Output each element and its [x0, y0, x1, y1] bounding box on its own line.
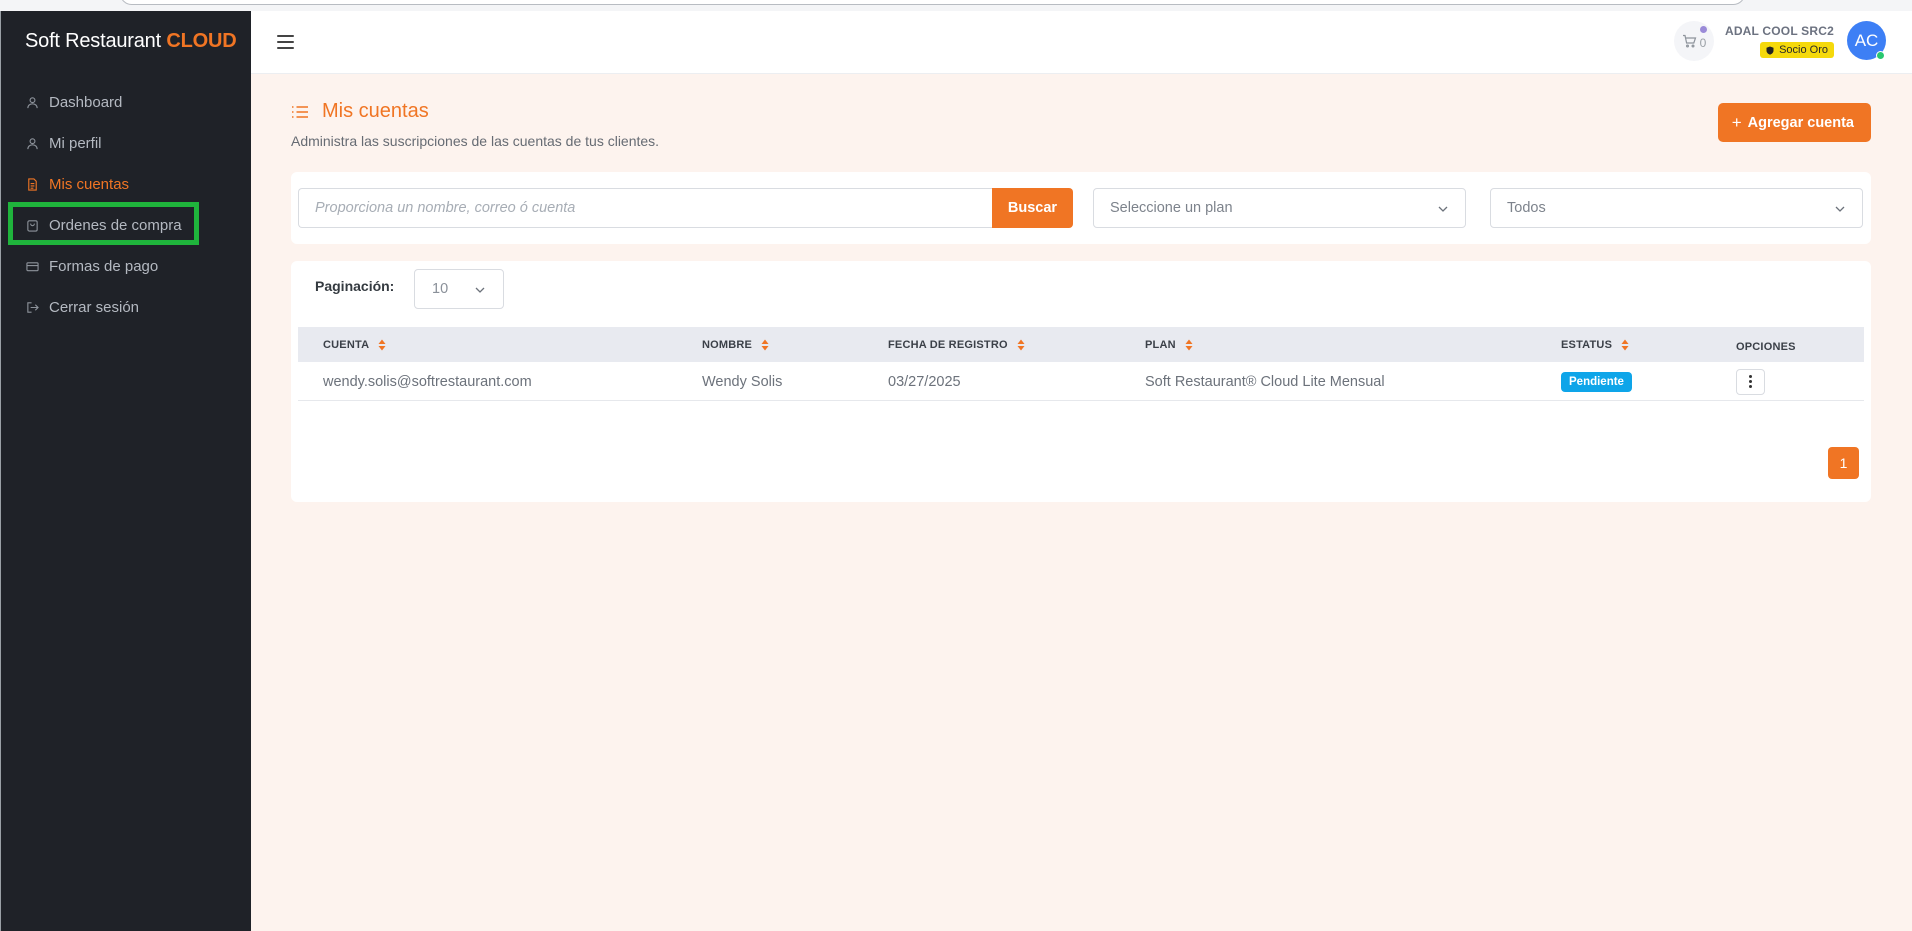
notification-dot — [1700, 26, 1707, 33]
column-header-opciones: OPCIONES — [1736, 329, 1796, 364]
search-button[interactable]: Buscar — [992, 188, 1073, 228]
status-select-value: Todos — [1507, 200, 1546, 216]
sidebar-item-cerrar-sesion[interactable]: Cerrar sesión — [1, 287, 252, 328]
sort-icon — [378, 339, 386, 350]
cell-plan: Soft Restaurant® Cloud Lite Mensual — [1145, 373, 1385, 390]
brand-logo[interactable]: Soft Restaurant CLOUD — [25, 30, 237, 53]
address-bar[interactable] — [120, 0, 1745, 5]
column-header-label: PLAN — [1145, 338, 1176, 351]
cell-nombre: Wendy Solis — [702, 373, 783, 390]
top-header: 0 ADAL COOL SRC2 Socio Oro AC — [251, 11, 1912, 74]
page-title: Mis cuentas — [322, 100, 429, 122]
brand-name: Soft Restaurant — [25, 30, 161, 52]
chevron-down-icon — [475, 287, 485, 293]
column-header-label: CUENTA — [323, 338, 370, 351]
sidebar-item-label: Mi perfil — [49, 135, 102, 152]
filter-card: Buscar Seleccione un plan Todos — [291, 172, 1871, 244]
cell-opciones — [1736, 362, 1765, 401]
list-icon — [292, 105, 308, 118]
user-icon — [25, 136, 40, 151]
shield-icon — [1766, 46, 1774, 55]
chevron-down-icon — [1835, 206, 1845, 212]
column-header-label: FECHA DE REGISTRO — [888, 338, 1008, 351]
pagination-label: Paginación: — [315, 278, 395, 294]
sidebar-item-label: Formas de pago — [49, 258, 159, 275]
tier-badge: Socio Oro — [1760, 42, 1834, 58]
sort-icon — [1017, 339, 1025, 350]
sidebar: Soft Restaurant CLOUD Dashboard Mi perfi… — [0, 11, 251, 931]
status-badge: Pendiente — [1561, 371, 1632, 392]
page-subtitle: Administra las suscripciones de las cuen… — [291, 133, 660, 149]
table-row[interactable]: wendy.solis@softrestaurant.com Wendy Sol… — [298, 362, 1864, 401]
sidebar-item-label: Mis cuentas — [49, 176, 130, 193]
main-content: Mis cuentas Administra las suscripciones… — [251, 74, 1912, 931]
sort-icon — [1621, 339, 1629, 350]
plan-select-value: Seleccione un plan — [1110, 200, 1233, 216]
browser-strip — [0, 0, 1912, 11]
brand-accent: CLOUD — [166, 30, 237, 52]
column-header-nombre[interactable]: NOMBRE — [702, 327, 769, 362]
column-header-fecha[interactable]: FECHA DE REGISTRO — [888, 327, 1025, 362]
column-header-label: OPCIONES — [1736, 340, 1796, 353]
status-select[interactable]: Todos — [1490, 188, 1863, 228]
plus-icon: + — [1731, 112, 1742, 132]
cart-count: 0 — [1699, 35, 1707, 50]
accounts-table-card: Paginación: 10 CUENTA NOMBRE FECHA DE RE… — [291, 261, 1871, 502]
plan-select[interactable]: Seleccione un plan — [1093, 188, 1466, 228]
online-status-dot — [1876, 51, 1885, 60]
cart-icon — [1682, 34, 1696, 48]
cell-fecha: 03/27/2025 — [888, 373, 961, 390]
user-icon — [25, 95, 40, 110]
sort-icon — [761, 339, 769, 350]
chevron-down-icon — [1438, 206, 1448, 212]
more-vertical-icon — [1749, 374, 1752, 389]
page-size-value: 10 — [432, 281, 449, 297]
pagination-page-1[interactable]: 1 — [1828, 447, 1859, 479]
row-options-button[interactable] — [1736, 368, 1765, 395]
sidebar-item-formas-de-pago[interactable]: Formas de pago — [1, 246, 252, 287]
cart-button[interactable]: 0 — [1674, 21, 1714, 61]
sort-icon — [1185, 339, 1193, 350]
tier-badge-label: Socio Oro — [1779, 44, 1828, 56]
avatar[interactable]: AC — [1847, 21, 1886, 60]
sidebar-item-label: Cerrar sesión — [49, 299, 140, 316]
column-header-label: NOMBRE — [702, 338, 753, 351]
add-account-button[interactable]: + Agregar cuenta — [1717, 103, 1871, 142]
sidebar-item-label: Dashboard — [49, 94, 123, 111]
column-header-estatus[interactable]: ESTATUS — [1561, 327, 1629, 362]
logout-icon — [25, 300, 40, 315]
highlight-box — [8, 202, 199, 245]
table-header: CUENTA NOMBRE FECHA DE REGISTRO PLAN EST… — [298, 327, 1864, 362]
user-name: ADAL COOL SRC2 — [1724, 24, 1834, 38]
sidebar-item-mi-perfil[interactable]: Mi perfil — [1, 123, 252, 164]
column-header-label: ESTATUS — [1561, 338, 1613, 351]
menu-toggle-icon[interactable] — [277, 35, 294, 49]
page-header: Mis cuentas Administra las suscripciones… — [291, 100, 659, 149]
column-header-cuenta[interactable]: CUENTA — [323, 327, 386, 362]
search-group: Buscar — [298, 188, 1073, 228]
user-info[interactable]: ADAL COOL SRC2 Socio Oro — [1725, 24, 1834, 60]
sidebar-item-dashboard[interactable]: Dashboard — [1, 82, 252, 123]
sidebar-item-mis-cuentas[interactable]: Mis cuentas — [1, 164, 252, 205]
search-input[interactable] — [298, 188, 992, 228]
cell-cuenta: wendy.solis@softrestaurant.com — [323, 373, 532, 390]
column-header-plan[interactable]: PLAN — [1145, 327, 1193, 362]
document-icon — [25, 177, 40, 192]
avatar-initials: AC — [1854, 30, 1879, 50]
cell-estatus: Pendiente — [1561, 362, 1632, 401]
page-size-select[interactable]: 10 — [414, 269, 504, 309]
add-account-label: Agregar cuenta — [1747, 114, 1854, 131]
credit-card-icon — [25, 259, 40, 274]
